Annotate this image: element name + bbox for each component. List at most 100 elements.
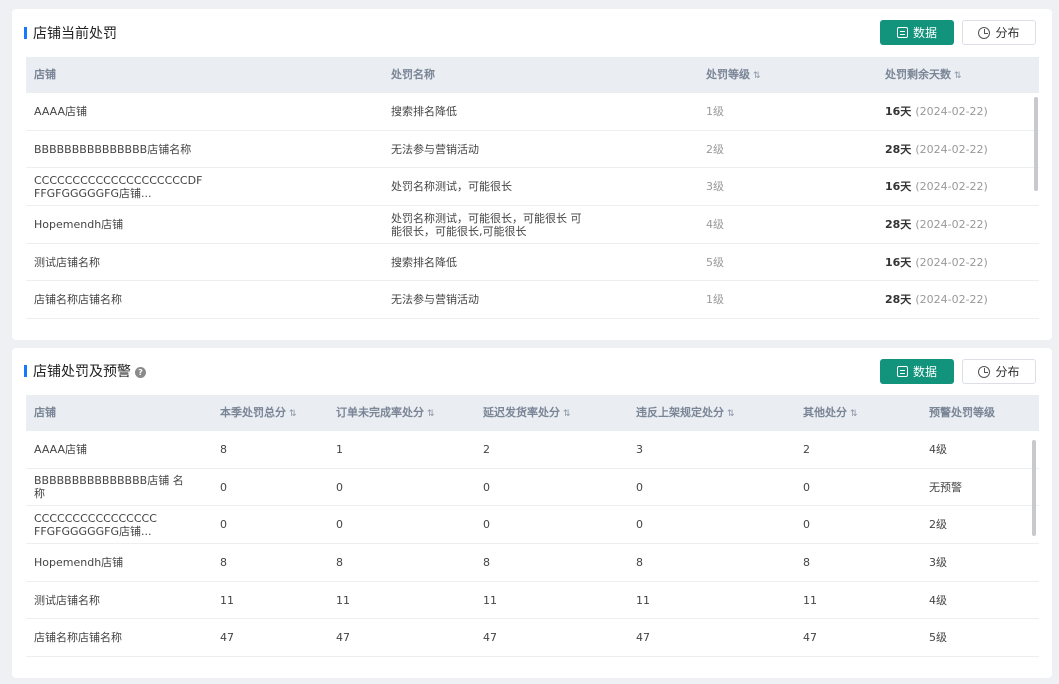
sort-icon[interactable]: ⇅ [727,409,735,419]
listing-violation-cell: 8 [636,556,643,570]
sort-icon[interactable]: ⇅ [753,71,761,81]
sort-icon[interactable]: ⇅ [850,409,858,419]
shop-name-cell: AAAA店铺 [34,443,88,456]
table-row[interactable]: BBBBBBBBBBBBBBB店铺名称 无法参与营销活动 2级 28天 (2024… [26,131,1039,169]
sort-icon[interactable]: ⇅ [427,409,435,419]
data-view-label: 数据 [912,365,937,379]
shop-name-cell: CCCCCCCCCCCCCCCC FFGFGGGGGFG店铺... [34,511,157,538]
shop-name-cell: BBBBBBBBBBBBBBB店铺 名称 [34,474,184,501]
title-accent-bar [24,365,27,377]
late-shipping-cell: 47 [483,631,497,645]
table-row[interactable]: CCCCCCCCCCCCCCCC FFGFGGGGGFG店铺... 0 0 0 … [26,506,1039,545]
col-listing-violation[interactable]: 违反上架规定处分 ⇅ [636,395,735,431]
table-header: 店铺 处罚名称 处罚等级 ⇅ 处罚剩余天数 ⇅ [26,57,1039,93]
end-date: (2024-02-22) [915,105,988,118]
table-row[interactable]: 测试店铺名称 11 11 11 11 11 4级 [26,582,1039,620]
remaining-days-cell: 28天 (2024-02-22) [885,131,1035,168]
listing-violation-cell: 0 [636,480,643,494]
days-value: 28天 [885,142,912,156]
order-incomplete-cell: 0 [336,480,343,494]
shop-name-cell: Hopemendh店铺 [34,556,124,570]
penalty-warning-panel: 店铺处罚及预警? 数据 分布 店铺 本季处罚总分 ⇅ 订单未完成率处分 ⇅ 延迟发货… [12,348,1052,678]
col-warning-level: 预警处罚等级 [929,406,995,419]
shop-name-cell: CCCCCCCCCCCCCCCCCCCCDF FFGFGGGGGFG店铺... [34,173,203,200]
table-row[interactable]: Hopemendh店铺 处罚名称测试，可能很长，可能很长 可能很长，可能很长,可… [26,206,1039,244]
pie-chart-icon [978,365,991,378]
end-date: (2024-02-22) [915,218,988,232]
current-penalty-panel: 店铺当前处罚 数据 分布 店铺 处罚名称 处罚等级 ⇅ 处罚剩余天数 ⇅ AAAA店… [12,9,1052,340]
pie-chart-icon [978,26,991,39]
table-row[interactable]: BBBBBBBBBBBBBBB店铺 名称 0 0 0 0 0 无预警 [26,469,1039,507]
penalty-level-cell: 3级 [706,180,724,194]
col-penalty-name: 处罚名称 [391,68,435,81]
vertical-scrollbar[interactable] [1032,440,1036,536]
season-total-cell: 47 [220,631,234,645]
table-row[interactable]: 店铺名称店铺名称 无法参与营销活动 1级 28天 (2024-02-22) [26,281,1039,320]
panel-title: 店铺当前处罚 [33,26,117,42]
end-date: (2024-02-22) [915,142,988,156]
season-total-cell: 8 [220,556,227,570]
season-total-cell: 0 [220,480,227,494]
remaining-days-cell: 16天 (2024-02-22) [885,168,1035,205]
table-row[interactable]: CCCCCCCCCCCCCCCCCCCCDF FFGFGGGGGFG店铺... … [26,168,1039,207]
end-date: (2024-02-22) [915,255,988,269]
table-header: 店铺 本季处罚总分 ⇅ 订单未完成率处分 ⇅ 延迟发货率处分 ⇅ 违反上架规定处分 ⇅ … [26,395,1039,431]
distribution-view-label: 分布 [995,26,1020,40]
late-shipping-cell: 8 [483,556,490,570]
col-other[interactable]: 其他处分 ⇅ [803,395,858,431]
season-total-cell: 0 [220,518,227,532]
penalty-name-cell: 搜索排名降低 [391,255,457,269]
col-season-total[interactable]: 本季处罚总分 ⇅ [220,395,297,431]
data-view-button[interactable]: 数据 [880,359,954,384]
other-penalty-cell: 0 [803,518,810,532]
table-row[interactable]: AAAA店铺 搜索排名降低 1级 16天 (2024-02-22) [26,93,1039,131]
distribution-view-button[interactable]: 分布 [962,359,1036,384]
late-shipping-cell: 0 [483,518,490,532]
warning-level-cell: 无预警 [929,480,962,494]
table-row[interactable]: 测试店铺名称 搜索排名降低 5级 16天 (2024-02-22) [26,244,1039,282]
panel-header: 店铺当前处罚 数据 分布 [12,9,1052,57]
listing-violation-cell: 47 [636,631,650,645]
order-incomplete-cell: 0 [336,518,343,532]
table-row[interactable]: Hopemendh店铺 8 8 8 8 8 3级 [26,544,1039,582]
sort-icon[interactable]: ⇅ [289,409,297,419]
remaining-days-cell: 28天 (2024-02-22) [885,281,1035,318]
shop-name-cell: 测试店铺名称 [34,255,100,269]
col-late-shipping[interactable]: 延迟发货率处分 ⇅ [483,395,571,431]
shop-name-cell: AAAA店铺 [34,105,88,118]
order-incomplete-cell: 8 [336,556,343,570]
table-row[interactable]: AAAA店铺 8 1 2 3 2 4级 [26,431,1039,469]
listing-violation-cell: 3 [636,443,643,456]
distribution-view-button[interactable]: 分布 [962,20,1036,45]
vertical-scrollbar[interactable] [1034,97,1038,191]
table-body: AAAA店铺 搜索排名降低 1级 16天 (2024-02-22) BBBBBBB… [26,93,1039,320]
warning-level-cell: 4级 [929,443,947,456]
other-penalty-cell: 0 [803,480,810,494]
shop-name-cell: 测试店铺名称 [34,593,100,607]
data-view-button[interactable]: 数据 [880,20,954,45]
days-value: 16天 [885,255,912,269]
penalty-level-cell: 1级 [706,105,724,118]
warning-level-cell: 4级 [929,593,947,607]
other-penalty-cell: 11 [803,593,817,607]
col-order-incomplete[interactable]: 订单未完成率处分 ⇅ [336,395,435,431]
shop-name-cell: BBBBBBBBBBBBBBB店铺名称 [34,142,192,156]
warning-level-cell: 3级 [929,556,947,570]
penalty-name-cell: 无法参与营销活动 [391,142,479,156]
table-row[interactable]: 店铺名称店铺名称 47 47 47 47 47 5级 [26,619,1039,658]
penalty-level-cell: 5级 [706,255,724,269]
col-remaining-days[interactable]: 处罚剩余天数 ⇅ [885,57,962,93]
col-shop: 店铺 [34,68,56,81]
help-icon[interactable]: ? [135,367,146,378]
other-penalty-cell: 47 [803,631,817,645]
remaining-days-cell: 28天 (2024-02-22) [885,206,1035,243]
days-value: 28天 [885,293,912,307]
listing-violation-cell: 0 [636,518,643,532]
col-penalty-level[interactable]: 处罚等级 ⇅ [706,57,761,93]
sort-icon[interactable]: ⇅ [954,71,962,81]
col-shop: 店铺 [34,406,56,419]
remaining-days-cell: 16天 (2024-02-22) [885,244,1035,281]
sort-icon[interactable]: ⇅ [563,409,571,419]
penalty-level-cell: 2级 [706,142,724,156]
panel-title: 店铺处罚及预警? [33,361,146,381]
